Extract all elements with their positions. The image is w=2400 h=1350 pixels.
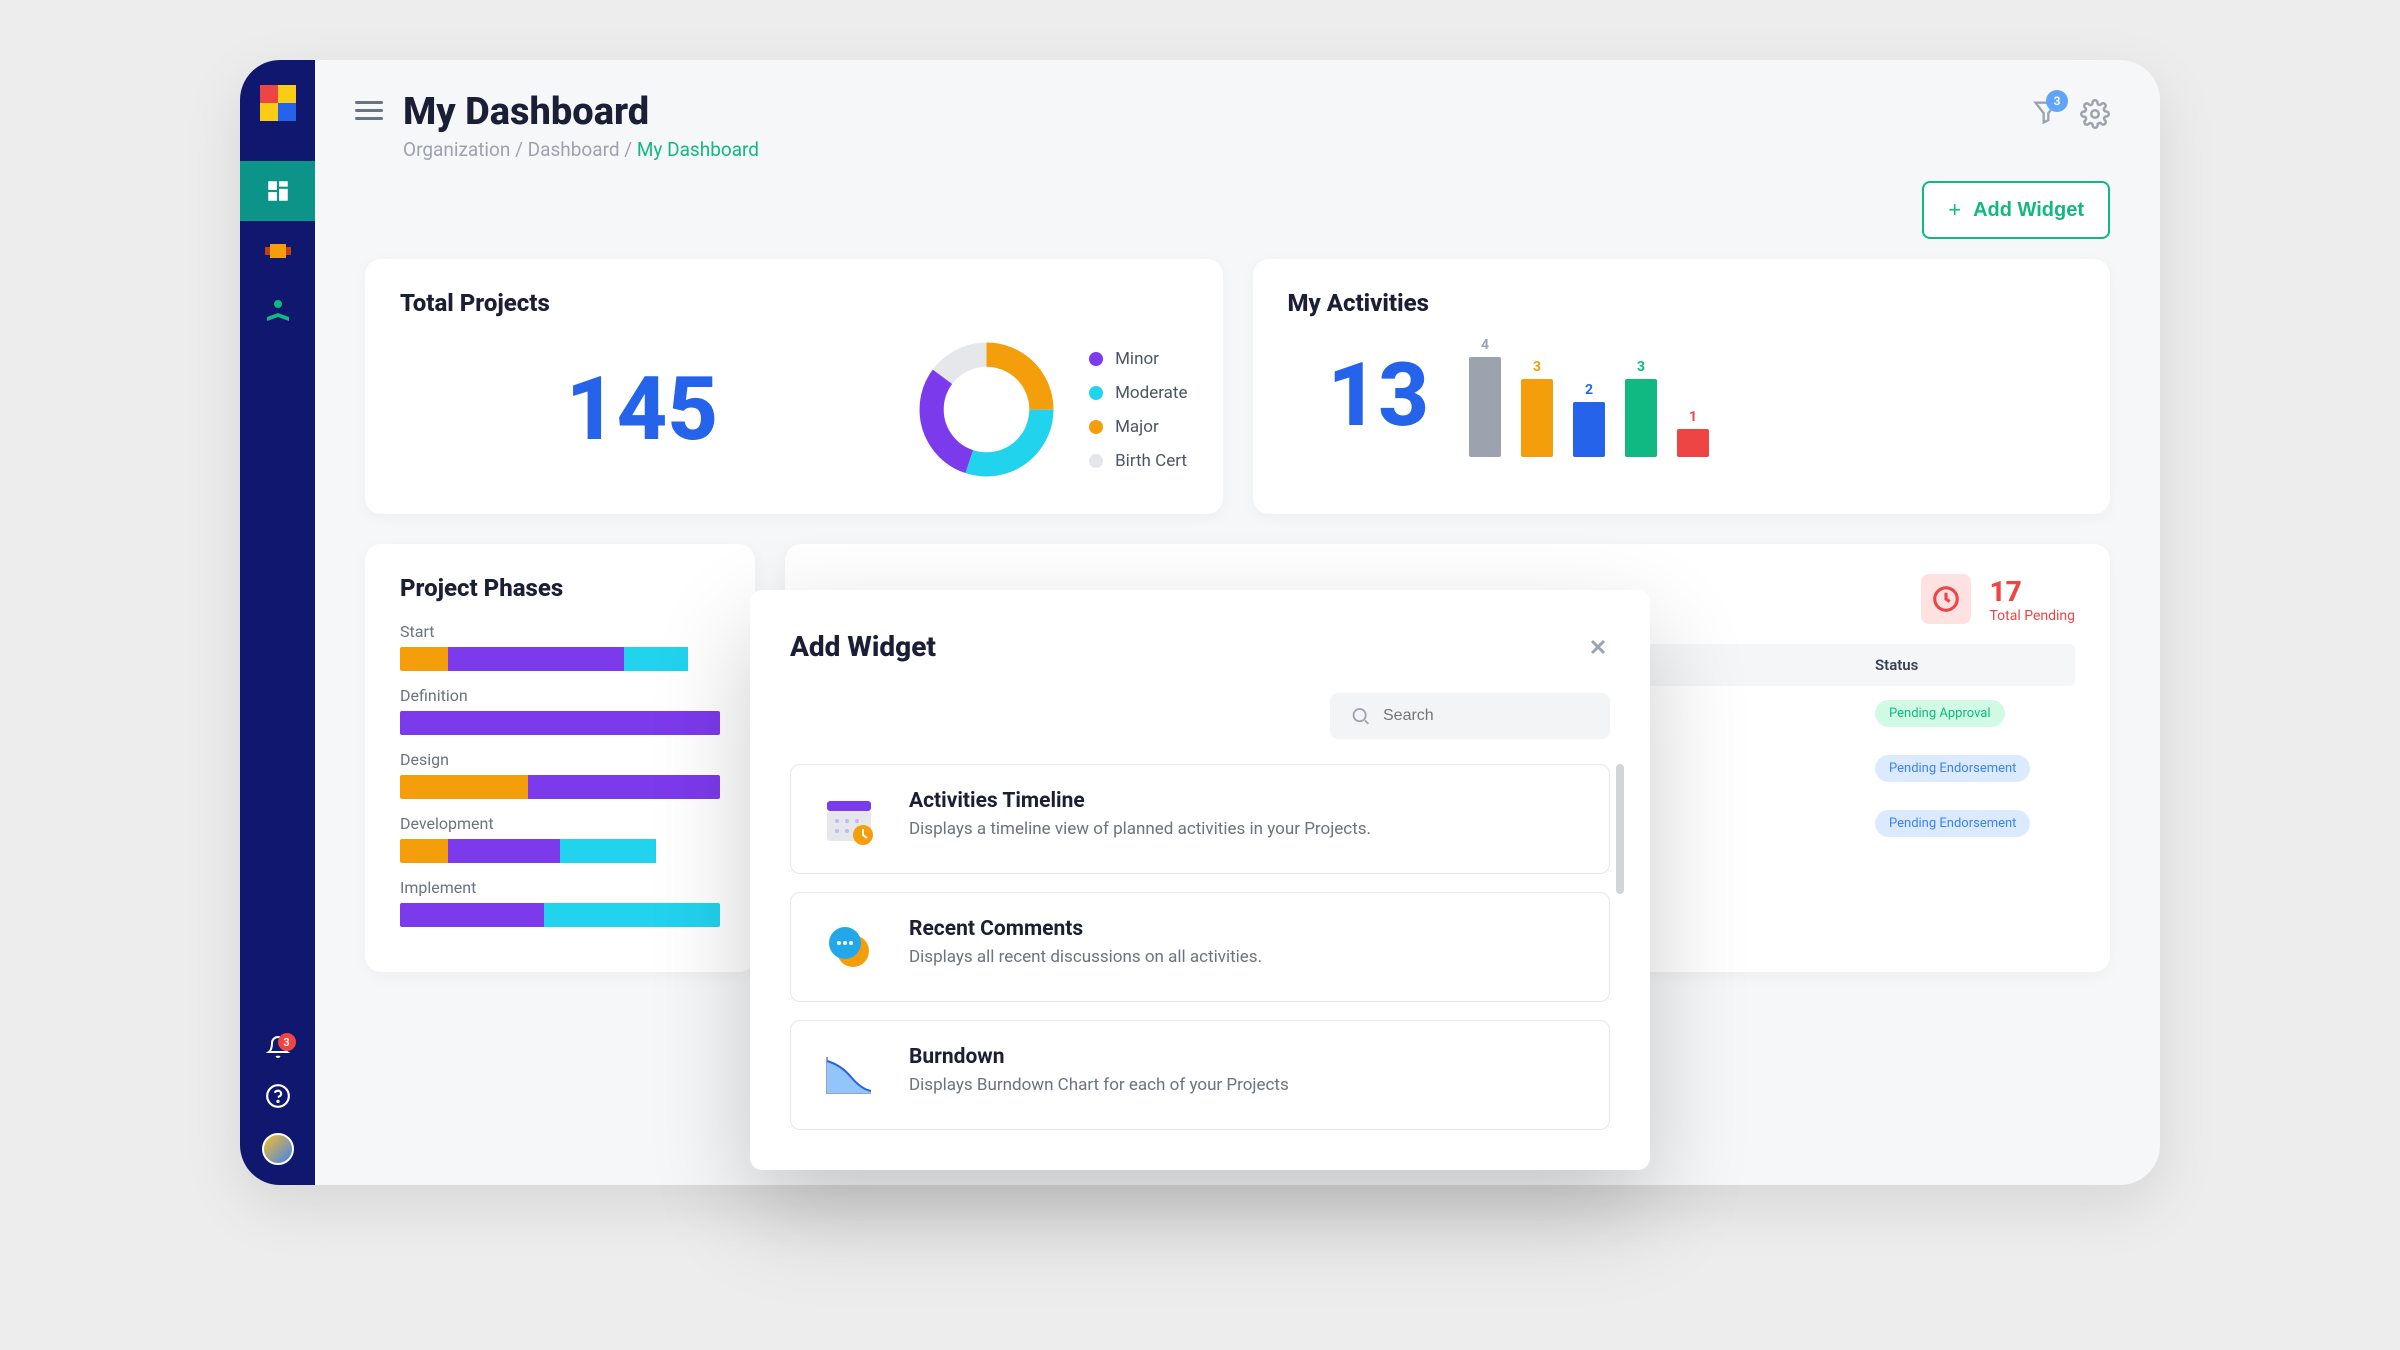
total-projects-card: Total Projects 145 Minor Mod xyxy=(365,259,1223,514)
close-icon xyxy=(1586,635,1610,659)
breadcrumb-dashboard[interactable]: Dashboard xyxy=(528,138,620,161)
legend-item: Birth Cert xyxy=(1089,451,1187,471)
nav-dashboard[interactable] xyxy=(240,161,315,221)
header: My Dashboard Organization / Dashboard / … xyxy=(315,60,2160,161)
card-title: My Activities xyxy=(1288,289,2076,317)
nav-projects[interactable] xyxy=(240,221,315,281)
pending-sub: Total Pending xyxy=(1989,608,2075,624)
question-icon xyxy=(265,1083,291,1109)
legend: Minor Moderate Major Birth Cert xyxy=(1089,349,1187,471)
pending-count: 17 xyxy=(1989,575,2075,608)
toolbar: + Add Widget xyxy=(315,161,2160,249)
legend-item: Moderate xyxy=(1089,383,1187,403)
projects-icon xyxy=(263,236,293,266)
grid-icon xyxy=(263,176,293,206)
legend-item: Minor xyxy=(1089,349,1187,369)
notifications-button[interactable]: 3 xyxy=(266,1035,290,1063)
scrollbar[interactable] xyxy=(1616,764,1624,894)
search-box[interactable] xyxy=(1330,693,1610,739)
breadcrumb-org[interactable]: Organization xyxy=(403,138,510,161)
settings-button[interactable] xyxy=(2080,99,2110,129)
add-widget-modal: Add Widget Activities Timel xyxy=(750,590,1650,1170)
plus-icon: + xyxy=(1948,197,1961,223)
app-logo xyxy=(260,85,296,121)
menu-toggle[interactable] xyxy=(355,96,383,125)
donut-chart xyxy=(914,337,1059,482)
add-widget-button[interactable]: + Add Widget xyxy=(1922,181,2110,239)
notification-badge: 3 xyxy=(278,1033,296,1051)
bar-chart: 4 3 2 3 1 xyxy=(1469,337,1709,457)
legend-item: Major xyxy=(1089,417,1187,437)
close-button[interactable] xyxy=(1586,635,1610,659)
nav-people[interactable] xyxy=(240,281,315,341)
my-activities-value: 13 xyxy=(1328,344,1430,447)
my-activities-card: My Activities 13 4 3 2 3 1 xyxy=(1253,259,2111,514)
burndown-icon xyxy=(819,1045,879,1105)
filter-button[interactable]: 3 xyxy=(2032,98,2060,130)
project-phases-card: Project Phases Start Definition Design D… xyxy=(365,544,755,972)
clock-icon xyxy=(1921,574,1971,624)
card-title: Project Phases xyxy=(400,574,720,602)
widget-option-comments[interactable]: Recent Comments Displays all recent disc… xyxy=(790,892,1610,1002)
chat-icon xyxy=(819,917,879,977)
help-button[interactable] xyxy=(265,1083,291,1113)
gear-icon xyxy=(2080,99,2110,129)
status-badge: Pending Endorsement xyxy=(1875,755,2030,782)
widget-option-timeline[interactable]: Activities Timeline Displays a timeline … xyxy=(790,764,1610,874)
status-badge: Pending Endorsement xyxy=(1875,810,2030,837)
card-title: Total Projects xyxy=(400,289,1188,317)
modal-title: Add Widget xyxy=(790,630,936,663)
status-badge: Pending Approval xyxy=(1875,700,2005,727)
total-projects-value: 145 xyxy=(400,358,884,461)
breadcrumb-current: My Dashboard xyxy=(637,138,759,161)
user-avatar[interactable] xyxy=(262,1133,294,1165)
filter-badge: 3 xyxy=(2046,90,2068,112)
calendar-icon xyxy=(819,789,879,849)
breadcrumb: Organization / Dashboard / My Dashboard xyxy=(403,138,2032,161)
search-icon xyxy=(1350,705,1371,727)
page-title: My Dashboard xyxy=(403,90,2032,134)
widget-option-burndown[interactable]: Burndown Displays Burndown Chart for eac… xyxy=(790,1020,1610,1130)
sidebar: 3 xyxy=(240,60,315,1185)
search-input[interactable] xyxy=(1383,707,1590,725)
reader-icon xyxy=(263,296,293,326)
